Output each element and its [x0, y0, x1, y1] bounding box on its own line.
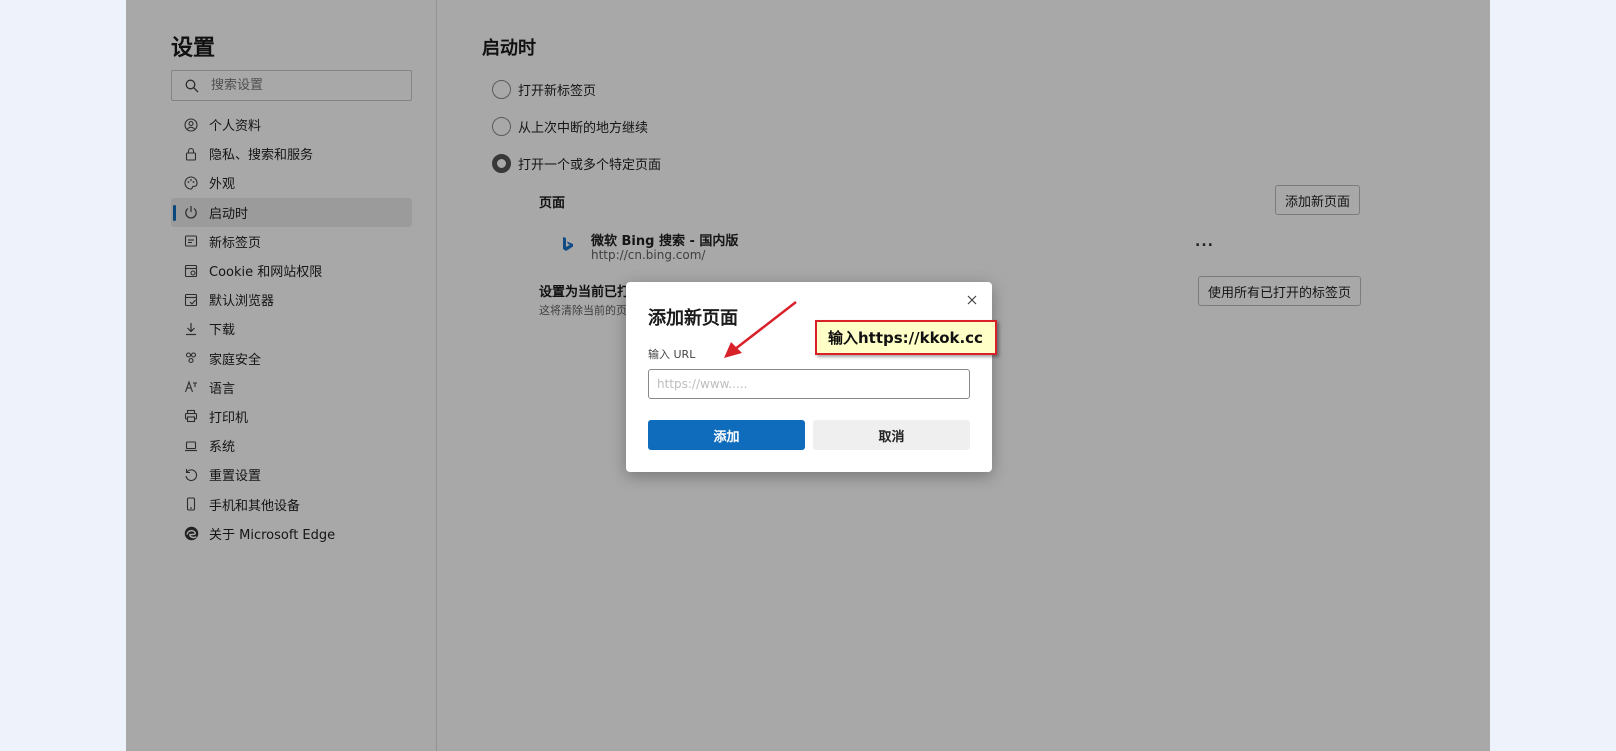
- add-button[interactable]: 添加: [648, 420, 805, 450]
- cancel-button[interactable]: 取消: [813, 420, 970, 450]
- url-input[interactable]: [648, 369, 970, 399]
- annotation-callout: 输入https://kkok.cc: [815, 320, 997, 355]
- callout-text: 输入https://kkok.cc: [828, 329, 983, 347]
- url-field-label: 输入 URL: [648, 348, 696, 361]
- close-icon[interactable]: [964, 292, 980, 308]
- annotation-arrow-icon: [724, 301, 797, 358]
